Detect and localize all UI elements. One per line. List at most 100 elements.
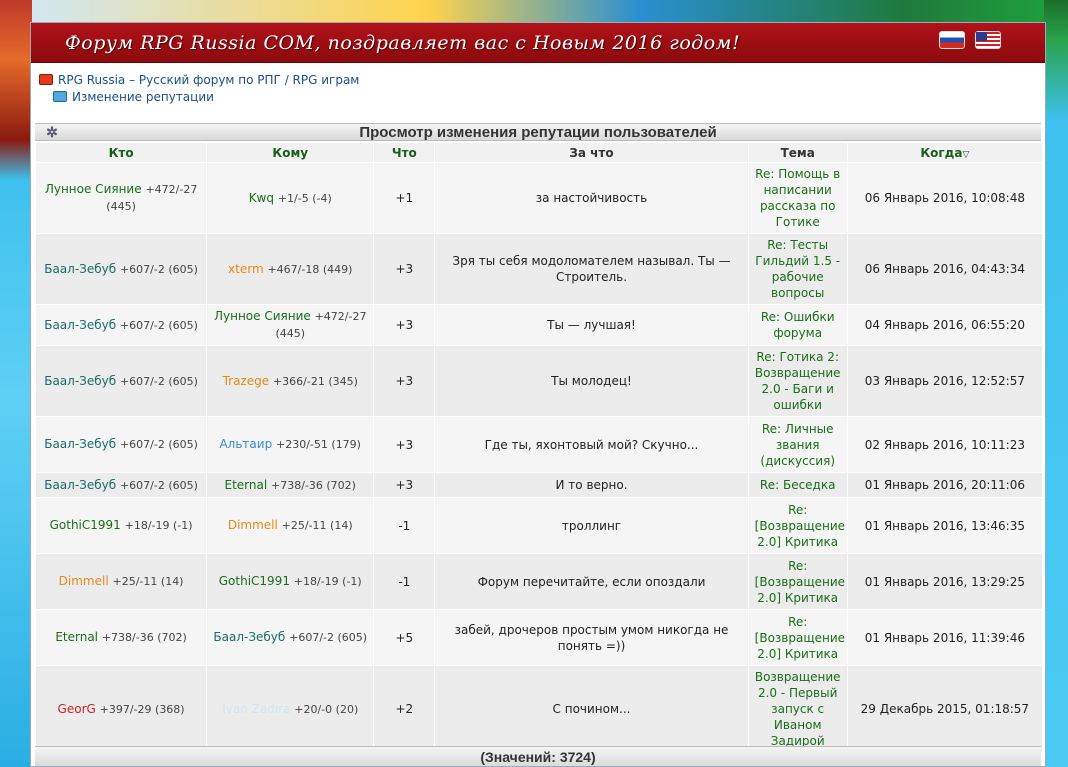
cell-from: GothiC1991 +18/-19 (-1) xyxy=(36,498,207,553)
table-header-row: Кто Кому Что За что Тема Когда▽ xyxy=(36,143,1042,162)
table-row: Баал-Зебуб +607/-2 (605) xterm +467/-18 (… xyxy=(36,234,1042,304)
user-link-to[interactable]: Альтаир xyxy=(219,437,272,451)
reputation-stat: +25/-11 (14) xyxy=(112,575,184,588)
section-title: Просмотр изменения репутации пользовател… xyxy=(359,124,717,141)
user-link-from[interactable]: Баал-Зебуб xyxy=(44,262,116,276)
table-row: Баал-Зебуб +607/-2 (605) Лунное Сияние +4… xyxy=(36,305,1042,345)
breadcrumb-item-page: Изменение репутации xyxy=(39,88,1045,105)
reputation-stat: +607/-2 (605) xyxy=(119,318,198,332)
cell-topic: Re: Готика 2: Возвращение 2.0 - Баги и о… xyxy=(748,346,847,416)
cell-topic: Возвращение 2.0 - Первый запуск с Иваном… xyxy=(748,666,847,752)
user-link-to[interactable]: Eternal xyxy=(224,478,267,492)
user-link-to[interactable]: Trazege xyxy=(223,374,270,388)
topic-link[interactable]: Re: Ошибки форума xyxy=(761,310,835,340)
cell-topic: Re: Помощь в написании рассказа по Готик… xyxy=(748,163,847,233)
user-link-from[interactable]: Баал-Зебуб xyxy=(44,437,116,451)
cell-from: Dimmell +25/-11 (14) xyxy=(36,554,207,609)
cell-from: GeorG +397/-29 (368) xyxy=(36,666,207,752)
cell-value: -1 xyxy=(374,554,435,609)
cell-topic: Re: Тесты Гильдий 1.5 - рабочие вопросы xyxy=(748,234,847,304)
user-link-to[interactable]: Баал-Зебуб xyxy=(213,630,285,644)
cell-date: 01 Январь 2016, 13:29:25 xyxy=(847,554,1042,609)
cell-reason: Ты молодец! xyxy=(435,346,748,416)
cell-to: xterm +467/-18 (449) xyxy=(207,234,374,304)
table-row: GothiC1991 +18/-19 (-1) Dimmell +25/-11 (… xyxy=(36,498,1042,553)
reputation-stat: +1/-5 (-4) xyxy=(277,191,332,205)
cell-value: +2 xyxy=(374,666,435,752)
reputation-stat: +230/-51 (179) xyxy=(276,438,361,451)
user-link-from[interactable]: Eternal xyxy=(55,630,98,644)
table-row: Баал-Зебуб +607/-2 (605) Альтаир +230/-51… xyxy=(36,417,1042,472)
cell-from: Баал-Зебуб +607/-2 (605) xyxy=(36,473,207,497)
cell-value: +3 xyxy=(374,305,435,345)
cell-date: 01 Январь 2016, 11:39:46 xyxy=(847,610,1042,665)
topic-link[interactable]: Возвращение 2.0 - Первый запуск с Иваном… xyxy=(755,670,841,748)
cell-to: Kwq +1/-5 (-4) xyxy=(207,163,374,233)
cell-to: Trazege +366/-21 (345) xyxy=(207,346,374,416)
cell-topic: Re: [Возвращение 2.0] Критика xyxy=(748,610,847,665)
cell-topic: Re: Беседка xyxy=(748,473,847,497)
topic-link[interactable]: Re: Беседка xyxy=(760,478,836,492)
reputation-stat: +397/-29 (368) xyxy=(99,702,185,716)
column-header-whom[interactable]: Кому xyxy=(207,143,374,162)
reputation-stat: +18/-19 (-1) xyxy=(293,575,362,588)
user-link-to[interactable]: Ivan Zadira xyxy=(222,702,290,716)
topic-link[interactable]: Re: Тесты Гильдий 1.5 - рабочие вопросы xyxy=(755,238,840,300)
sort-desc-icon[interactable]: ▽ xyxy=(962,150,969,160)
topic-link[interactable]: Re: Готика 2: Возвращение 2.0 - Баги и о… xyxy=(755,350,841,412)
holiday-banner: Форум RPG Russia COM, поздравляет вас с … xyxy=(31,23,1045,63)
russian-flag-icon[interactable] xyxy=(939,31,965,49)
cell-value: +5 xyxy=(374,610,435,665)
column-header-reason: За что xyxy=(435,143,748,162)
user-link-from[interactable]: Баал-Зебуб xyxy=(44,478,116,492)
topic-link[interactable]: Re: [Возвращение 2.0] Критика xyxy=(755,559,845,605)
user-link-from[interactable]: Dimmell xyxy=(59,574,109,588)
reputation-stat: +607/-2 (605) xyxy=(119,478,198,492)
reputation-stat: +738/-36 (702) xyxy=(101,631,187,644)
cell-reason: С почином... xyxy=(435,666,748,752)
cell-reason: за настойчивость xyxy=(435,163,748,233)
breadcrumb-link-page[interactable]: Изменение репутации xyxy=(72,90,214,104)
folder-icon xyxy=(39,74,53,85)
cell-to: GothiC1991 +18/-19 (-1) xyxy=(207,554,374,609)
cell-date: 03 Январь 2016, 12:52:57 xyxy=(847,346,1042,416)
column-header-topic: Тема xyxy=(748,143,847,162)
cell-from: Баал-Зебуб +607/-2 (605) xyxy=(36,234,207,304)
cell-reason: Где ты, яхонтовый мой? Скучно... xyxy=(435,417,748,472)
cell-reason: И то верно. xyxy=(435,473,748,497)
cell-reason: забей, дрочеров простым умом никогда не … xyxy=(435,610,748,665)
user-link-to[interactable]: GothiC1991 xyxy=(219,574,290,588)
cell-from: Лунное Сияние +472/-27 (445) xyxy=(36,163,207,233)
user-link-from[interactable]: Лунное Сияние xyxy=(45,182,142,196)
user-link-from[interactable]: Баал-Зебуб xyxy=(44,318,116,332)
topic-link[interactable]: Re: [Возвращение 2.0] Критика xyxy=(755,503,845,549)
english-flag-icon[interactable] xyxy=(975,31,1001,49)
column-header-when[interactable]: Когда▽ xyxy=(847,143,1042,162)
user-link-to[interactable]: Лунное Сияние xyxy=(214,309,311,323)
cell-to: Ivan Zadira +20/-0 (20) xyxy=(207,666,374,752)
user-link-to[interactable]: xterm xyxy=(228,262,264,276)
table-row: Eternal +738/-36 (702) Баал-Зебуб +607/-2… xyxy=(36,610,1042,665)
user-link-to[interactable]: Dimmell xyxy=(228,518,278,532)
right-decoration xyxy=(1044,0,1068,767)
breadcrumb: RPG Russia – Русский форум по РПГ / RPG … xyxy=(31,63,1045,123)
topic-link[interactable]: Re: Личные звания (дискуссия) xyxy=(760,422,835,468)
cell-to: Альтаир +230/-51 (179) xyxy=(207,417,374,472)
user-link-to[interactable]: Kwq xyxy=(249,191,274,205)
folder-open-icon xyxy=(53,91,67,102)
user-link-from[interactable]: GothiC1991 xyxy=(50,518,121,532)
cell-reason: троллинг xyxy=(435,498,748,553)
topic-link[interactable]: Re: [Возвращение 2.0] Критика xyxy=(755,615,845,661)
reputation-stat: +607/-2 (605) xyxy=(119,262,198,276)
cell-topic: Re: [Возвращение 2.0] Критика xyxy=(748,498,847,553)
breadcrumb-link-forum[interactable]: RPG Russia – Русский форум по РПГ / RPG … xyxy=(58,73,359,87)
topic-link[interactable]: Re: Помощь в написании рассказа по Готик… xyxy=(755,167,840,229)
user-link-from[interactable]: GeorG xyxy=(58,702,96,716)
column-header-what[interactable]: Что xyxy=(374,143,435,162)
column-header-who[interactable]: Кто xyxy=(36,143,207,162)
cell-date: 04 Январь 2016, 06:55:20 xyxy=(847,305,1042,345)
cell-value: +3 xyxy=(374,234,435,304)
cell-topic: Re: Личные звания (дискуссия) xyxy=(748,417,847,472)
cell-from: Баал-Зебуб +607/-2 (605) xyxy=(36,346,207,416)
user-link-from[interactable]: Баал-Зебуб xyxy=(44,374,116,388)
